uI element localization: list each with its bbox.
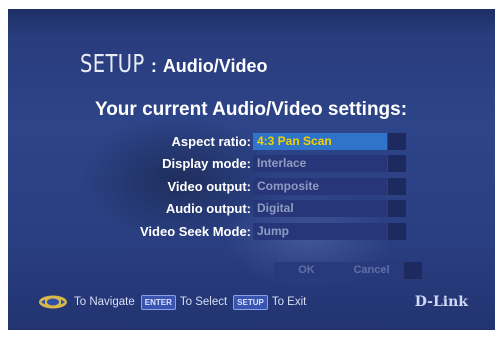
video-seek-mode-value[interactable]: Jump [253, 222, 387, 240]
settings-list: Aspect ratio: 4:3 Pan Scan Display mode:… [108, 130, 406, 243]
select-hint: To Select [179, 296, 228, 308]
dialog-buttons: OK Cancel [274, 262, 422, 279]
setting-row-display-mode[interactable]: Display mode: Interlace [108, 153, 406, 176]
setting-row-video-output[interactable]: Video output: Composite [108, 175, 406, 198]
title-separator: : [150, 56, 157, 76]
setting-label: Display mode: [162, 156, 251, 172]
cancel-button[interactable]: Cancel [339, 262, 404, 279]
setting-label: Video output: [167, 178, 251, 194]
aspect-ratio-value[interactable]: 4:3 Pan Scan [253, 132, 387, 150]
setting-label: Aspect ratio: [171, 133, 251, 149]
enter-key-icon: ENTER [140, 294, 176, 310]
setting-row-audio-output[interactable]: Audio output: Digital [108, 198, 406, 221]
value-end-cap [388, 132, 406, 150]
footer-hints: To Navigate ENTER To Select SETUP To Exi… [38, 292, 468, 312]
video-output-value[interactable]: Composite [253, 177, 387, 195]
dpad-navigate-icon [39, 295, 67, 309]
navigate-hint: To Navigate [74, 296, 135, 308]
setup-key-icon: SETUP [233, 294, 268, 310]
setting-row-aspect-ratio[interactable]: Aspect ratio: 4:3 Pan Scan [108, 130, 406, 153]
setting-label: Audio output: [165, 201, 251, 217]
value-end-cap [388, 177, 406, 195]
setup-title-word: SETUP [80, 49, 145, 78]
top-band [8, 9, 495, 39]
setting-label: Video Seek Mode: [139, 223, 251, 239]
brand-logo: D-Link [414, 294, 468, 310]
button-end-cap [404, 262, 422, 279]
title-section: Audio/Video [162, 56, 268, 76]
display-mode-value[interactable]: Interlace [253, 155, 387, 173]
value-end-cap [388, 200, 406, 218]
page-title: SETUP : Audio/Video [80, 49, 267, 78]
setting-row-video-seek-mode[interactable]: Video Seek Mode: Jump [108, 220, 406, 243]
ok-button[interactable]: OK [274, 262, 339, 279]
audio-output-value[interactable]: Digital [253, 200, 387, 218]
settings-heading: Your current Audio/Video settings: [94, 99, 408, 120]
exit-hint: To Exit [271, 296, 307, 308]
tv-setup-screen: SETUP : Audio/Video Your current Audio/V… [8, 9, 495, 330]
value-end-cap [388, 155, 406, 173]
value-end-cap [388, 222, 406, 240]
